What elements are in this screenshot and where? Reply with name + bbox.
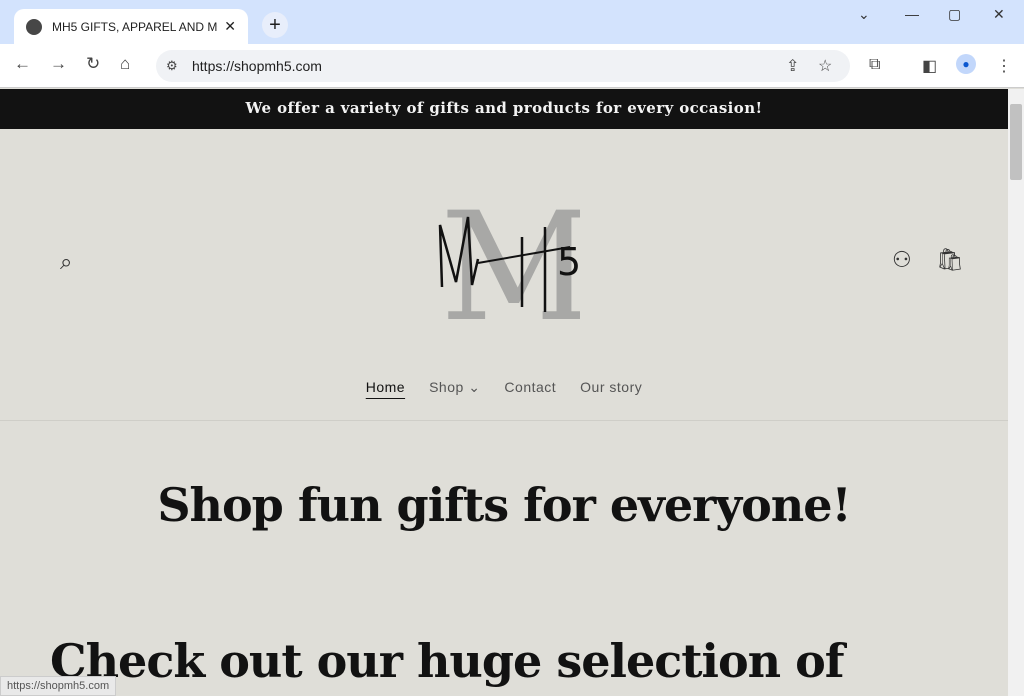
- main-nav: Home Shop ⌄ Contact Our story: [0, 379, 1008, 396]
- reload-icon[interactable]: ↻: [86, 54, 100, 74]
- tab-strip: MH5 GIFTS, APPAREL AND MO ✕ + ⌄ — ▢ ✕: [0, 0, 1024, 44]
- nav-contact[interactable]: Contact: [504, 379, 556, 396]
- menu-icon[interactable]: ⋮: [996, 56, 1012, 76]
- svg-text:5: 5: [557, 240, 580, 284]
- close-window-button[interactable]: ✕: [993, 6, 1005, 23]
- forward-icon[interactable]: →: [50, 54, 67, 74]
- minimize-button[interactable]: —: [905, 6, 919, 22]
- home-icon[interactable]: ⌂: [120, 54, 130, 74]
- nav-home[interactable]: Home: [366, 379, 405, 396]
- status-bar-url: https://shopmh5.com: [0, 676, 117, 696]
- globe-icon: [26, 18, 42, 35]
- scrollbar[interactable]: [1008, 89, 1024, 696]
- hero-title: Shop fun gifts for everyone!: [157, 478, 851, 532]
- tab-search-icon[interactable]: ⌄: [858, 6, 870, 23]
- browser-toolbar: ← → ↻ ⌂ ⚙ https://shopmh5.com ⇪ ☆ ⧉ ◧ ● …: [0, 44, 1024, 88]
- close-tab-icon[interactable]: ✕: [224, 18, 236, 35]
- site-header: ⌕ M 5 ⚇ 🛍︎ Home Shop ⌄ Contact Our story: [0, 129, 1008, 421]
- nav-shop[interactable]: Shop ⌄: [429, 379, 480, 396]
- new-tab-button[interactable]: +: [262, 12, 288, 38]
- section-title: Check out our huge selection of: [50, 634, 845, 688]
- nav-shop-label: Shop: [429, 379, 464, 395]
- maximize-button[interactable]: ▢: [948, 6, 961, 23]
- extensions-icon[interactable]: ⧉: [869, 56, 880, 74]
- browser-tab[interactable]: MH5 GIFTS, APPAREL AND MO ✕: [14, 9, 248, 44]
- tab-title: MH5 GIFTS, APPAREL AND MO: [52, 19, 219, 34]
- account-icon[interactable]: ⚇: [892, 247, 912, 273]
- site-info-icon[interactable]: ⚙: [166, 58, 178, 74]
- mh5-logo[interactable]: M 5: [430, 187, 580, 327]
- cart-icon[interactable]: 🛍︎: [936, 247, 964, 273]
- scrollbar-thumb[interactable]: [1010, 104, 1022, 180]
- address-bar[interactable]: ⚙ https://shopmh5.com ⇪ ☆: [156, 50, 850, 82]
- nav-our-story[interactable]: Our story: [580, 379, 642, 396]
- share-icon[interactable]: ⇪: [786, 56, 799, 76]
- bookmark-star-icon[interactable]: ☆: [818, 56, 832, 76]
- search-icon[interactable]: ⌕: [60, 249, 72, 275]
- back-icon[interactable]: ←: [14, 54, 31, 74]
- announcement-bar: We offer a variety of gifts and products…: [0, 89, 1008, 129]
- side-panel-icon[interactable]: ◧: [922, 56, 937, 76]
- profile-avatar[interactable]: ●: [956, 54, 976, 74]
- url-text: https://shopmh5.com: [192, 58, 322, 74]
- chevron-down-icon: ⌄: [468, 379, 481, 395]
